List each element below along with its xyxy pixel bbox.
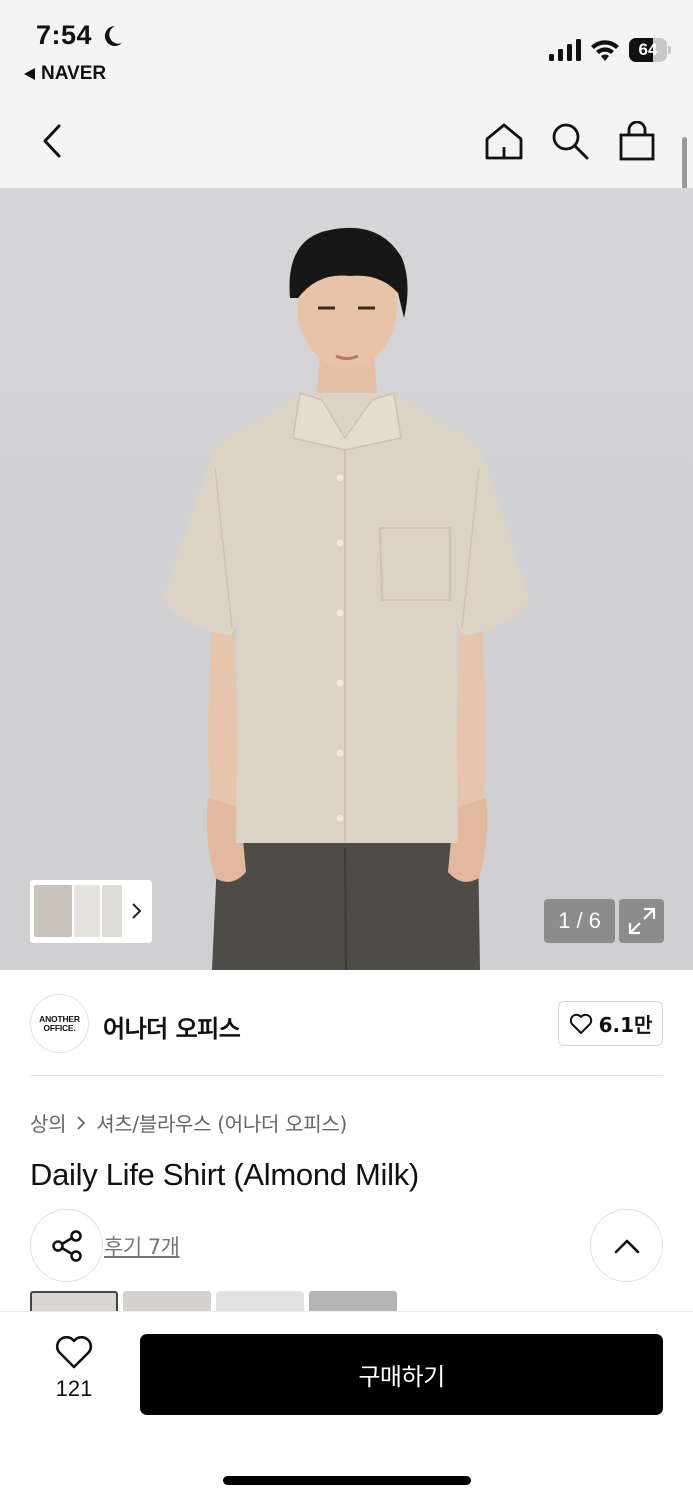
back-to-app-link[interactable]: NAVER [24, 63, 106, 85]
wifi-icon [591, 40, 619, 61]
search-button[interactable] [546, 117, 594, 165]
search-icon [552, 123, 589, 160]
thumbnail-image [34, 885, 72, 937]
back-triangle-icon [24, 68, 35, 80]
color-option[interactable] [30, 1291, 118, 1311]
product-photo [163, 227, 530, 970]
brand-name[interactable]: 어나더 오피스 [103, 1009, 241, 1044]
back-chevron-icon [43, 124, 61, 158]
counter-total: 6 [588, 908, 601, 933]
chevron-up-icon [614, 1239, 639, 1253]
expand-icon [628, 907, 655, 935]
breadcrumb-category[interactable]: 상의 [30, 1108, 67, 1137]
divider [30, 1075, 663, 1076]
thumbnail-image [102, 885, 122, 937]
cart-button[interactable] [613, 117, 661, 165]
wishlist-button[interactable]: 121 [40, 1336, 108, 1416]
home-indicator [223, 1476, 471, 1485]
color-option[interactable] [309, 1291, 397, 1311]
counter-current: 1 [558, 908, 571, 933]
brand-like-button[interactable]: 6.1만 [558, 1001, 663, 1046]
counter-separator: / [576, 908, 583, 933]
brand-like-count: 6.1만 [598, 1013, 653, 1037]
image-counter: 1 / 6 [544, 899, 615, 943]
chevron-right-icon [132, 903, 142, 919]
thumbnail-image [74, 885, 100, 937]
heart-icon [569, 1013, 592, 1034]
expand-image-button[interactable] [619, 899, 664, 943]
status-bar: 7:54 NAVER 64 [0, 0, 693, 95]
reviews-link[interactable]: 후기 7개 [104, 1231, 180, 1261]
battery-indicator: 64 [629, 38, 671, 62]
brand-logo[interactable]: ANOTHER OFFICE. [30, 994, 89, 1053]
color-option[interactable] [216, 1291, 304, 1311]
scroll-top-button[interactable] [590, 1209, 663, 1282]
wishlist-count: 121 [55, 1376, 93, 1401]
thumbnail-strip-button[interactable] [30, 880, 152, 943]
bottom-action-bar: 121 구매하기 [0, 1311, 693, 1500]
heart-icon [55, 1336, 93, 1369]
share-button[interactable] [30, 1209, 103, 1282]
share-icon [51, 1229, 82, 1262]
battery-level: 64 [638, 40, 658, 59]
shopping-bag-icon [619, 121, 655, 161]
cellular-signal-icon [549, 39, 581, 61]
breadcrumb-subcategory[interactable]: 셔츠/블라우스 (어나더 오피스) [96, 1108, 347, 1137]
product-image-gallery[interactable]: 1 / 6 [0, 188, 693, 970]
back-button[interactable] [28, 117, 76, 165]
chevron-right-icon [77, 1115, 86, 1130]
brand-logo-line2: OFFICE. [43, 1022, 76, 1033]
status-time: 7:54 [36, 20, 93, 50]
buy-button[interactable]: 구매하기 [140, 1334, 663, 1415]
moon-icon [104, 25, 122, 46]
color-option-list [30, 1291, 397, 1311]
back-app-label: NAVER [41, 63, 107, 84]
home-icon [485, 123, 523, 160]
product-title: Daily Life Shirt (Almond Milk) [30, 1157, 419, 1192]
home-button[interactable] [480, 117, 528, 165]
color-option[interactable] [123, 1291, 211, 1311]
breadcrumb: 상의 셔츠/블라우스 (어나더 오피스) [30, 1108, 347, 1137]
top-navigation [0, 95, 693, 188]
